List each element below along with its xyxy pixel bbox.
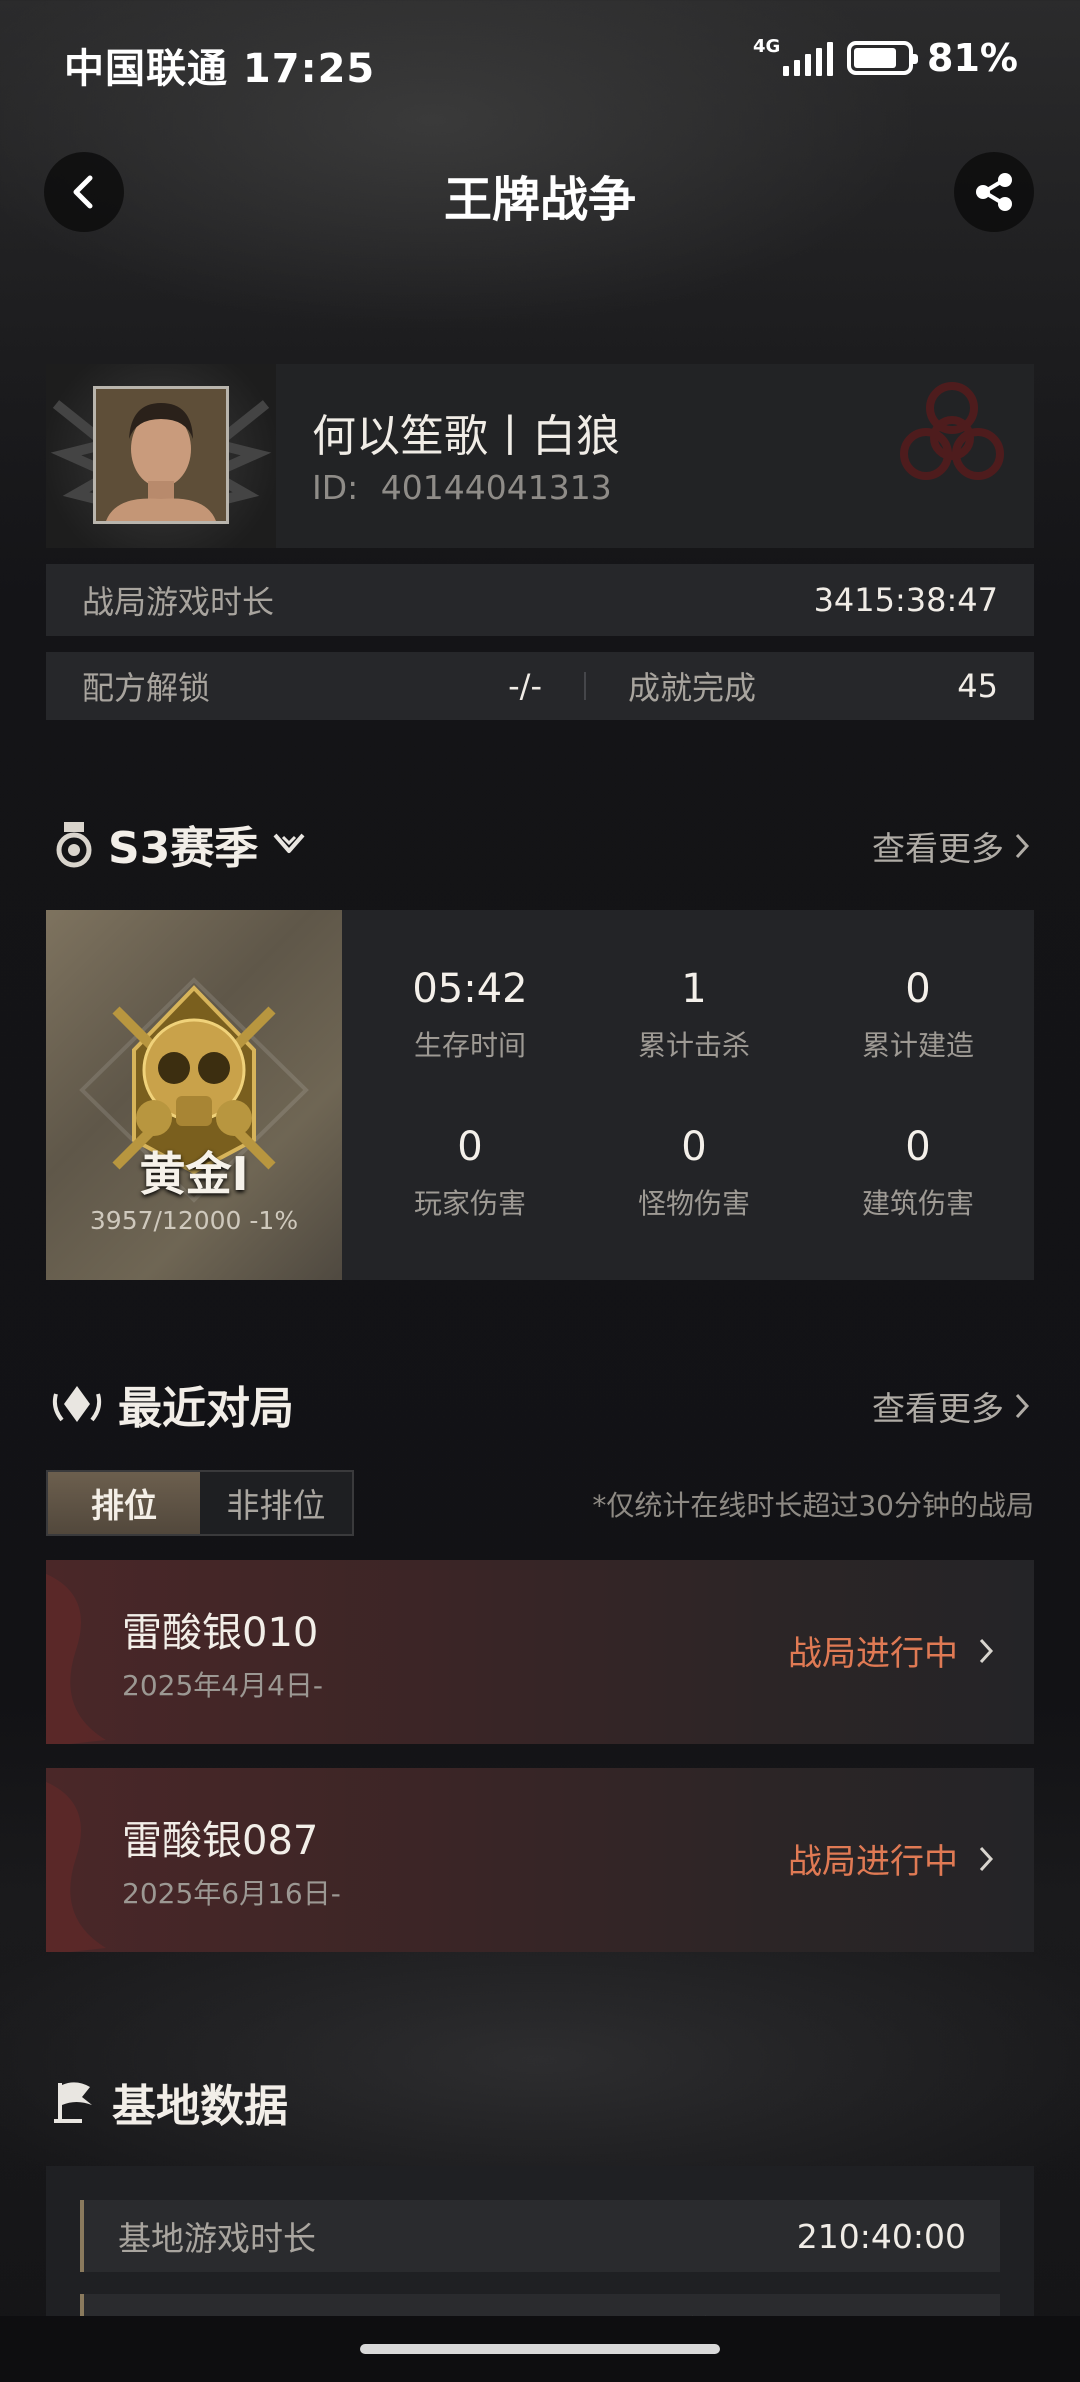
stat-label: 累计击杀	[637, 1029, 750, 1062]
match-date: 2025年4月4日-	[122, 1669, 323, 1702]
recent-header: 最近对局	[50, 1372, 294, 1436]
stat-survival-time: 05:42 生存时间	[358, 966, 582, 1064]
match-status-label: 战局进行中	[788, 1842, 958, 1882]
chevron-right-icon	[979, 1638, 994, 1663]
status-indicators: 4G 81%	[753, 36, 1018, 80]
stat-label: 玩家伤害	[413, 1187, 526, 1220]
avatar-portrait-icon	[96, 389, 226, 521]
rank-progress: 3957/12000 -1%	[89, 1206, 299, 1235]
recipe-label: 配方解锁	[82, 669, 211, 707]
home-indicator[interactable]	[360, 2344, 720, 2354]
recent-more-link[interactable]: 查看更多	[872, 1382, 1030, 1430]
stat-monster-damage: 0 怪物伤害	[582, 1124, 806, 1222]
battery-icon	[847, 41, 919, 75]
player-name: 何以笙歌丨白狼	[312, 411, 620, 462]
chevron-right-icon	[1015, 833, 1030, 859]
season-title: S3赛季	[108, 823, 259, 874]
stat-value: 05:42	[412, 966, 528, 1012]
stat-value: 0	[905, 1124, 931, 1170]
dropdown-caret-icon	[273, 833, 305, 853]
tab-ranked[interactable]: 排位	[48, 1472, 200, 1534]
match-item[interactable]: 雷酸银087 2025年6月16日- 战局进行中	[46, 1768, 1034, 1952]
network-type: 4G	[753, 36, 781, 57]
match-date: 2025年6月16日-	[122, 1877, 341, 1910]
play-time-row: 战局游戏时长 3415:38:47	[46, 564, 1034, 636]
status-carrier-time: 中国联通 17:25	[64, 46, 376, 92]
stat-label: 生存时间	[413, 1029, 526, 1062]
player-id: ID: 40144041313	[312, 468, 612, 507]
biohazard-icon	[900, 382, 1004, 480]
share-button[interactable]	[954, 152, 1034, 232]
match-status-label: 战局进行中	[788, 1634, 958, 1674]
match-name: 雷酸银010	[122, 1610, 319, 1656]
flag-icon	[54, 2082, 92, 2123]
play-time-value: 3415:38:47	[813, 581, 998, 619]
play-time-label: 战局游戏时长	[82, 583, 275, 621]
season-card[interactable]: 黄金Ⅰ 3957/12000 -1% 05:42 生存时间 1 累计击杀 0 累…	[46, 910, 1034, 1280]
base-title: 基地数据	[112, 2081, 288, 2132]
stats-note: *仅统计在线时长超过30分钟的战局	[592, 1489, 1034, 1522]
recent-more-label: 查看更多	[872, 1389, 1004, 1428]
signal-icon: 4G	[753, 36, 834, 76]
match-status: 战局进行中	[788, 1834, 994, 1883]
laurel-diamond-icon	[52, 1386, 102, 1422]
tab-unranked[interactable]: 非排位	[200, 1472, 352, 1534]
page-title: 王牌战争	[443, 172, 636, 228]
battery-percent: 81%	[927, 36, 1018, 80]
chevron-right-icon	[1015, 1393, 1030, 1419]
stat-label: 怪物伤害	[637, 1187, 750, 1220]
match-type-tabs: 排位 非排位	[46, 1470, 354, 1536]
stat-value: 1	[681, 966, 707, 1012]
stat-label: 建筑伤害	[861, 1187, 974, 1220]
season-more-link[interactable]: 查看更多	[872, 822, 1030, 870]
rank-name: 黄金Ⅰ	[139, 1147, 249, 1201]
player-id-label: ID:	[312, 468, 359, 507]
stat-total-kills: 1 累计击杀	[582, 966, 806, 1064]
player-id-value: 40144041313	[380, 468, 612, 507]
medal-icon	[56, 822, 92, 868]
stat-value: 0	[905, 966, 931, 1012]
stat-value: 0	[457, 1124, 483, 1170]
share-icon	[976, 173, 1012, 211]
match-status: 战局进行中	[788, 1626, 994, 1675]
row-divider	[584, 672, 586, 700]
base-play-time-value: 210:40:00	[796, 2216, 966, 2256]
stat-building-damage: 0 建筑伤害	[806, 1124, 1030, 1222]
avatar-frame	[46, 364, 276, 548]
season-header[interactable]: S3赛季	[54, 812, 306, 876]
base-play-time-label: 基地游戏时长	[118, 2219, 316, 2258]
season-more-label: 查看更多	[872, 829, 1004, 868]
recipe-value: -/-	[508, 667, 542, 705]
match-item[interactable]: 雷酸银010 2025年4月4日- 战局进行中	[46, 1560, 1034, 1744]
base-header: 基地数据	[52, 2070, 288, 2134]
match-name: 雷酸银087	[122, 1818, 319, 1864]
avatar[interactable]	[93, 386, 229, 524]
unlock-achievement-row: 配方解锁 -/- 成就完成 45	[46, 652, 1034, 720]
chevron-right-icon	[979, 1846, 994, 1871]
base-play-time-row: 基地游戏时长 210:40:00	[80, 2200, 1000, 2272]
achievement-label: 成就完成	[628, 669, 757, 707]
achievement-value: 45	[957, 667, 998, 705]
rank-badge-panel: 黄金Ⅰ 3957/12000 -1%	[46, 910, 342, 1280]
profile-card: 何以笙歌丨白狼 ID: 40144041313	[46, 364, 1034, 548]
recent-title: 最近对局	[118, 1383, 294, 1434]
stat-total-builds: 0 累计建造	[806, 966, 1030, 1064]
stat-player-damage: 0 玩家伤害	[358, 1124, 582, 1222]
stat-label: 累计建造	[861, 1029, 974, 1062]
stat-value: 0	[681, 1124, 707, 1170]
